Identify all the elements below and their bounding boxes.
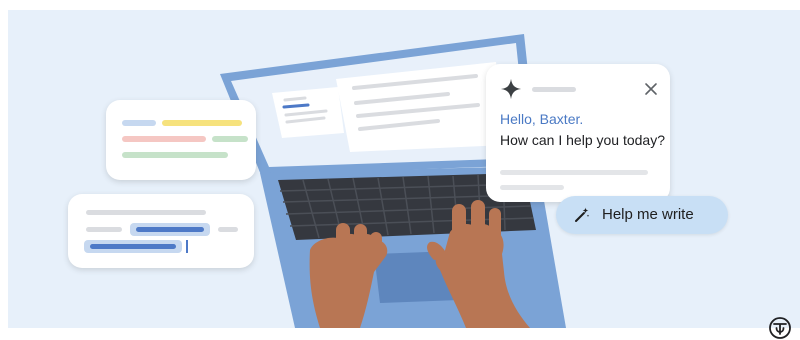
placeholder-line-gray-right	[218, 227, 238, 232]
selected-text-line-2	[90, 244, 176, 249]
sparkle-icon	[500, 78, 522, 100]
placeholder-line-blue	[122, 120, 156, 126]
document-card	[106, 100, 256, 180]
help-me-write-button[interactable]: Help me write	[556, 196, 728, 234]
assistant-greeting: Hello, Baxter.	[500, 111, 584, 127]
assistant-popup: Hello, Baxter. How can I help you today?	[486, 64, 670, 202]
illustration-stage: Hello, Baxter. How can I help you today?…	[8, 10, 800, 328]
screen-window-highlight	[282, 103, 310, 109]
placeholder-line-green	[122, 152, 228, 158]
assistant-prompt: How can I help you today?	[500, 132, 665, 148]
logo-icon	[769, 317, 791, 339]
pen-sparkle-icon	[575, 207, 590, 222]
response-placeholder-line-short	[500, 185, 564, 190]
placeholder-line-red	[122, 136, 206, 142]
placeholder-line-yellow	[162, 120, 242, 126]
close-icon[interactable]	[644, 82, 658, 96]
text-cursor	[186, 240, 188, 253]
placeholder-line-gray	[86, 210, 206, 215]
selected-text-line	[136, 227, 204, 232]
placeholder-line-green-short	[212, 136, 248, 142]
placeholder-line-gray-short	[86, 227, 122, 232]
response-placeholder-line	[500, 170, 648, 175]
assistant-title-placeholder	[532, 87, 576, 92]
editor-card	[68, 194, 254, 268]
help-me-write-label: Help me write	[602, 206, 694, 223]
